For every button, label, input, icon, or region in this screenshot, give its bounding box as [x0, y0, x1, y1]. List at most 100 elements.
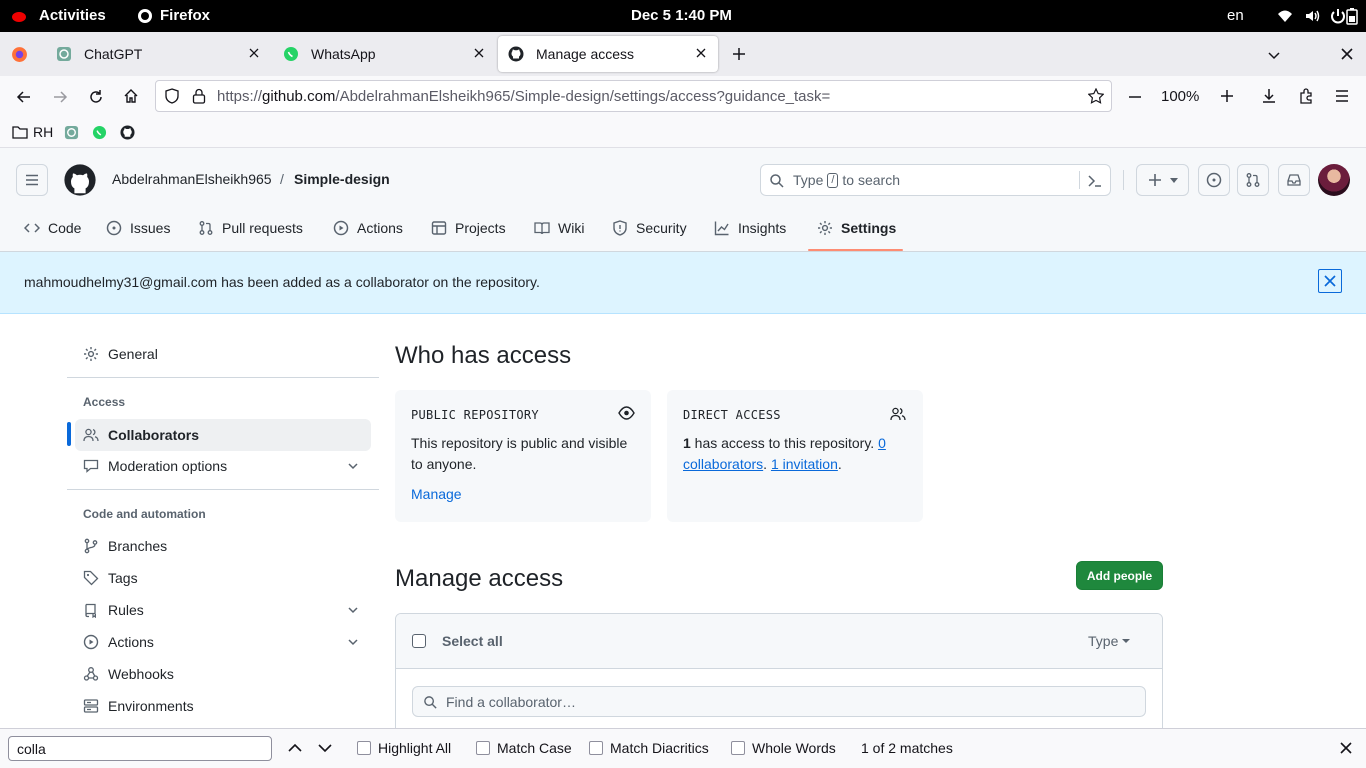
git-branch-icon: [84, 538, 98, 554]
sidebar-selected-indicator: [67, 422, 71, 446]
match-diacritics-checkbox[interactable]: [589, 741, 603, 755]
sidebar-item-environments[interactable]: Environments: [75, 690, 371, 722]
close-tab-icon[interactable]: [247, 46, 261, 60]
tracking-protection-shield-icon[interactable]: [164, 88, 180, 104]
find-collaborator-input[interactable]: Find a collaborator…: [412, 686, 1146, 717]
new-tab-icon[interactable]: [731, 46, 747, 62]
command-palette-icon[interactable]: [1087, 173, 1103, 189]
extensions-icon[interactable]: [1298, 88, 1314, 104]
github-logo-icon[interactable]: [64, 164, 96, 196]
highlight-all-checkbox[interactable]: [357, 741, 371, 755]
repo-tab-projects[interactable]: Projects: [431, 212, 506, 244]
whatsapp-bookmark-icon[interactable]: [92, 125, 107, 140]
tab-strip: ChatGPT WhatsApp Manage access: [0, 32, 1366, 76]
user-avatar[interactable]: [1318, 164, 1350, 196]
activities-button[interactable]: Activities: [39, 7, 106, 24]
firefox-view-icon[interactable]: [11, 46, 28, 63]
back-icon[interactable]: [16, 89, 32, 105]
repo-tab-wiki[interactable]: Wiki: [534, 212, 584, 244]
pull-requests-button[interactable]: [1237, 164, 1269, 196]
input-language[interactable]: en: [1227, 7, 1244, 24]
sidebar-item-collaborators[interactable]: Collaborators: [75, 419, 371, 451]
github-bookmark-icon[interactable]: [120, 125, 135, 140]
dismiss-flash-button[interactable]: [1318, 269, 1342, 293]
select-all-checkbox[interactable]: [412, 634, 426, 648]
find-next-icon[interactable]: [317, 741, 333, 755]
tab-label: WhatsApp: [311, 46, 376, 62]
tab-whatsapp[interactable]: WhatsApp: [273, 36, 496, 72]
find-input[interactable]: colla: [8, 736, 272, 761]
match-diacritics-label[interactable]: Match Diacritics: [610, 740, 709, 756]
repo-tab-settings[interactable]: Settings: [817, 212, 896, 244]
sidebar-item-webhooks[interactable]: Webhooks: [75, 658, 371, 690]
repo-tab-code[interactable]: Code: [24, 212, 81, 244]
tab-manage-access[interactable]: Manage access: [498, 36, 718, 72]
select-all-label[interactable]: Select all: [442, 633, 503, 649]
volume-icon[interactable]: [1304, 8, 1320, 24]
app-menu[interactable]: Firefox: [160, 7, 210, 24]
forward-icon[interactable]: [52, 89, 68, 105]
github-search-input[interactable]: Type / to search: [760, 164, 1111, 196]
tab-label: ChatGPT: [84, 46, 143, 62]
battery-icon[interactable]: [1346, 7, 1358, 25]
create-new-button[interactable]: [1136, 164, 1189, 196]
sidebar-item-branches[interactable]: Branches: [75, 530, 371, 562]
search-placeholder: Type / to search: [793, 172, 900, 188]
sidebar-item-label: Environments: [108, 698, 194, 714]
whole-words-label[interactable]: Whole Words: [752, 740, 836, 756]
issues-button[interactable]: [1198, 164, 1230, 196]
url-text[interactable]: https://github.com/AbdelrahmanElsheikh96…: [217, 88, 830, 105]
repo-tab-pull-requests[interactable]: Pull requests: [198, 212, 303, 244]
app-menu-hamburger-icon[interactable]: [1334, 88, 1350, 104]
zoom-in-icon[interactable]: [1219, 88, 1235, 104]
bookmark-star-icon[interactable]: [1088, 88, 1104, 104]
public-repository-card: PUBLIC REPOSITORY This repository is pub…: [395, 390, 651, 522]
bookmark-folder-rh[interactable]: RH: [12, 124, 53, 140]
match-case-label[interactable]: Match Case: [497, 740, 572, 756]
repo-push-icon: [85, 603, 96, 618]
lock-icon[interactable]: [192, 88, 206, 104]
wifi-icon[interactable]: [1277, 8, 1293, 24]
repo-tab-actions[interactable]: Actions: [333, 212, 403, 244]
close-window-icon[interactable]: [1340, 47, 1354, 61]
list-all-tabs-icon[interactable]: [1266, 47, 1282, 63]
global-nav-menu-button[interactable]: [16, 164, 48, 196]
direct-access-card: DIRECT ACCESS 1 has access to this repos…: [667, 390, 923, 522]
repo-tab-security[interactable]: Security: [612, 212, 687, 244]
clock[interactable]: Dec 5 1:40 PM: [631, 7, 732, 24]
match-case-checkbox[interactable]: [476, 741, 490, 755]
close-find-bar-icon[interactable]: [1339, 741, 1353, 755]
repo-tab-insights[interactable]: Insights: [714, 212, 786, 244]
invitations-count-link[interactable]: 1 invitation: [771, 456, 838, 472]
sidebar-item-rules[interactable]: Rules: [75, 594, 371, 626]
tab-chatgpt[interactable]: ChatGPT: [46, 36, 271, 72]
repo-owner-link[interactable]: AbdelrahmanElsheikh965: [112, 171, 272, 187]
bookmarks-toolbar: RH: [0, 118, 1366, 148]
people-icon: [890, 407, 906, 421]
whole-words-checkbox[interactable]: [731, 741, 745, 755]
reload-icon[interactable]: [88, 89, 104, 105]
sidebar-item-general[interactable]: General: [75, 338, 371, 370]
close-tab-icon[interactable]: [694, 46, 708, 60]
sidebar-item-tags[interactable]: Tags: [75, 562, 371, 594]
zoom-level[interactable]: 100%: [1161, 88, 1199, 105]
downloads-icon[interactable]: [1261, 88, 1277, 104]
sidebar-item-moderation-options[interactable]: Moderation options: [75, 450, 371, 482]
type-filter-dropdown[interactable]: Type: [1088, 633, 1131, 649]
highlight-all-label[interactable]: Highlight All: [378, 740, 451, 756]
find-previous-icon[interactable]: [287, 741, 303, 755]
sidebar-heading-access: Access: [83, 395, 126, 409]
inbox-button[interactable]: [1278, 164, 1310, 196]
close-tab-icon[interactable]: [472, 46, 486, 60]
sidebar-item-actions[interactable]: Actions: [75, 626, 371, 658]
home-icon[interactable]: [123, 88, 139, 104]
repo-tab-issues[interactable]: Issues: [106, 212, 170, 244]
chatgpt-bookmark-icon[interactable]: [64, 125, 79, 140]
repo-name-link[interactable]: Simple-design: [294, 171, 390, 187]
url-bar[interactable]: https://github.com/AbdelrahmanElsheikh96…: [155, 80, 1112, 112]
power-icon[interactable]: [1330, 8, 1346, 24]
manage-visibility-link[interactable]: Manage: [411, 486, 462, 502]
git-pull-request-icon: [199, 221, 213, 235]
zoom-out-icon[interactable]: [1127, 89, 1143, 105]
add-people-button[interactable]: Add people: [1076, 561, 1163, 590]
